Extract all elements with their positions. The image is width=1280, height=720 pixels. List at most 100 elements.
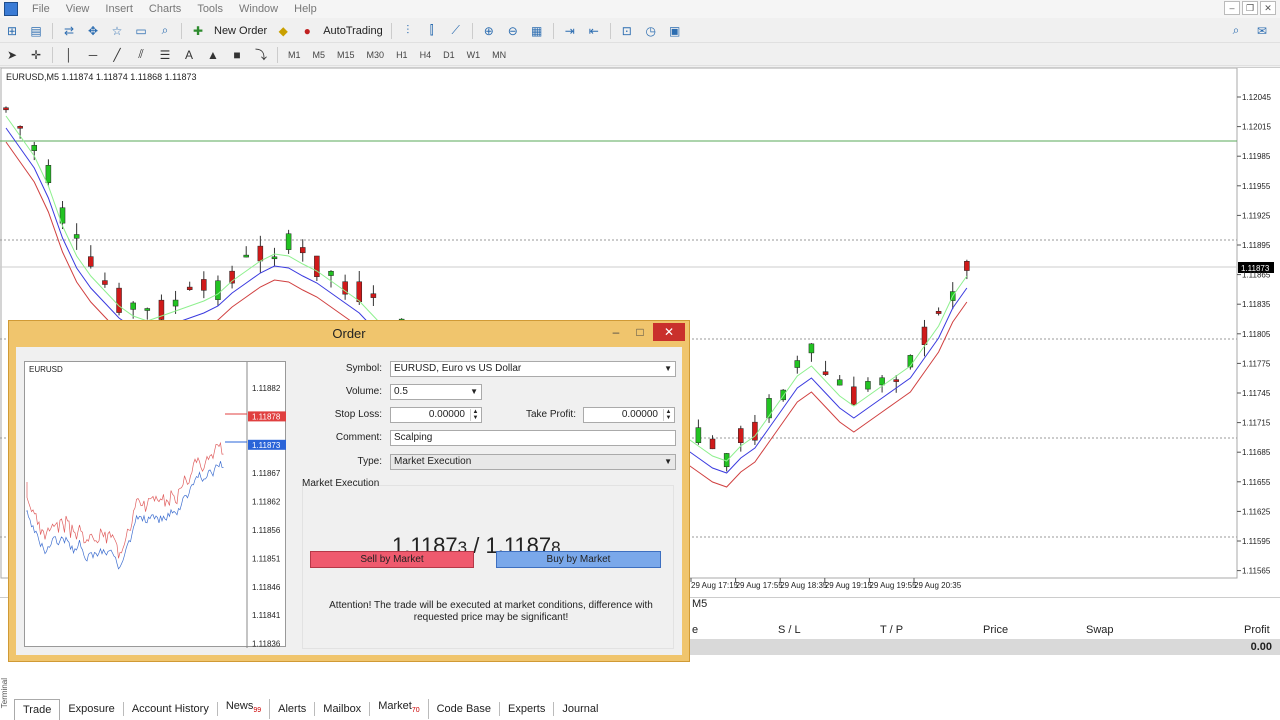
autoscroll-icon[interactable]: ⇥ bbox=[561, 22, 579, 40]
takeprofit-input[interactable]: 0.00000 ▲ ▼ bbox=[583, 407, 675, 423]
toolbar-divider bbox=[277, 46, 278, 63]
toolbar-divider bbox=[471, 22, 473, 39]
col-header-sl[interactable]: S / L bbox=[778, 624, 801, 636]
candle-body bbox=[31, 145, 38, 151]
new-order-icon[interactable]: ✚ bbox=[189, 22, 207, 40]
tab-account-history[interactable]: Account History bbox=[124, 702, 218, 716]
col-header-profit[interactable]: Profit bbox=[1244, 624, 1270, 636]
col-header-price[interactable]: Price bbox=[983, 624, 1008, 636]
timeframe-mn[interactable]: MN bbox=[486, 50, 512, 60]
chart-shift-icon[interactable]: ⇤ bbox=[585, 22, 603, 40]
tile-windows-icon[interactable]: ▦ bbox=[528, 22, 546, 40]
takeprofit-value: 0.00000 bbox=[621, 409, 658, 420]
chat-icon[interactable]: ✉ bbox=[1253, 22, 1271, 40]
menu-help[interactable]: Help bbox=[286, 3, 325, 15]
restore-icon[interactable]: ❐ bbox=[1242, 1, 1258, 15]
timeframe-h4[interactable]: H4 bbox=[414, 50, 438, 60]
buy-by-market-button[interactable]: Buy by Market bbox=[496, 551, 661, 568]
symbol-select[interactable]: EURUSD, Euro vs US Dollar ▼ bbox=[390, 361, 676, 377]
col-header-swap[interactable]: Swap bbox=[1086, 624, 1114, 636]
col-header-type[interactable]: e bbox=[692, 624, 698, 636]
bar-chart-icon[interactable]: ⫶ bbox=[399, 22, 417, 40]
spinner-icon[interactable]: ▲ ▼ bbox=[470, 409, 480, 421]
line-chart-icon[interactable]: ⟋ bbox=[447, 22, 465, 40]
tab-market[interactable]: Market70 bbox=[370, 699, 429, 719]
crosshair-icon[interactable]: ✛ bbox=[27, 46, 45, 64]
spinner-icon[interactable]: ▲ ▼ bbox=[663, 409, 673, 421]
tab-alerts[interactable]: Alerts bbox=[270, 702, 316, 716]
autotrading-button[interactable]: AutoTrading bbox=[319, 25, 387, 37]
price-tick-label: 1.11595 bbox=[1242, 537, 1271, 546]
timeframe-w1[interactable]: W1 bbox=[461, 50, 487, 60]
profiles-icon[interactable]: ▤ bbox=[27, 22, 45, 40]
terminal-icon[interactable]: ▭ bbox=[132, 22, 150, 40]
timeframe-h1[interactable]: H1 bbox=[390, 50, 414, 60]
zoom-out-icon[interactable]: ⊖ bbox=[504, 22, 522, 40]
menu-view[interactable]: View bbox=[58, 3, 98, 15]
menu-file[interactable]: File bbox=[24, 3, 58, 15]
tester-icon[interactable]: ⌕ bbox=[156, 22, 174, 40]
volume-select[interactable]: 0.5 ▼ bbox=[390, 384, 482, 400]
navigator-icon[interactable]: ☆ bbox=[108, 22, 126, 40]
chart-tab-fragment[interactable]: M5 bbox=[692, 598, 707, 610]
rectangle-icon[interactable]: ■ bbox=[228, 46, 246, 64]
zoom-in-icon[interactable]: ⊕ bbox=[480, 22, 498, 40]
vertical-line-icon[interactable]: │ bbox=[60, 46, 78, 64]
arrows-icon[interactable]: ⤵ bbox=[252, 46, 270, 64]
tab-mailbox[interactable]: Mailbox bbox=[315, 702, 371, 716]
menu-window[interactable]: Window bbox=[231, 3, 286, 15]
price-tick-label: 1.11865 bbox=[1242, 271, 1271, 280]
close-icon[interactable]: ✕ bbox=[1260, 1, 1276, 15]
stoploss-input[interactable]: 0.00000 ▲ ▼ bbox=[390, 407, 482, 423]
periods-icon[interactable]: ◷ bbox=[642, 22, 660, 40]
text-icon[interactable]: A bbox=[180, 46, 198, 64]
tab-news[interactable]: News99 bbox=[218, 699, 271, 719]
menu-charts[interactable]: Charts bbox=[141, 3, 189, 15]
menu-insert[interactable]: Insert bbox=[97, 3, 141, 15]
tab-experts[interactable]: Experts bbox=[500, 702, 555, 716]
timeframe-d1[interactable]: D1 bbox=[437, 50, 461, 60]
close-icon[interactable]: ✕ bbox=[653, 323, 685, 341]
candlestick-icon[interactable]: ⫿ bbox=[423, 22, 441, 40]
candle-body bbox=[808, 343, 815, 354]
timeframe-m1[interactable]: M1 bbox=[282, 50, 307, 60]
search-icon[interactable]: ⌕ bbox=[1227, 22, 1245, 40]
tab-trade[interactable]: Trade bbox=[14, 698, 61, 720]
templates-icon[interactable]: ▣ bbox=[666, 22, 684, 40]
maximize-icon[interactable]: □ bbox=[629, 323, 651, 341]
channel-icon[interactable]: ⫽ bbox=[132, 46, 150, 64]
timeframe-m30[interactable]: M30 bbox=[361, 50, 391, 60]
autotrading-icon[interactable]: ● bbox=[298, 22, 316, 40]
type-select[interactable]: Market Execution ▼ bbox=[390, 454, 676, 470]
timeframe-m15[interactable]: M15 bbox=[331, 50, 361, 60]
market-watch-icon[interactable]: ⇄ bbox=[60, 22, 78, 40]
new-chart-icon[interactable]: ⊞ bbox=[3, 22, 21, 40]
sell-by-market-button[interactable]: Sell by Market bbox=[310, 551, 474, 568]
tab-label: News bbox=[225, 700, 254, 713]
minimize-icon[interactable]: – bbox=[1224, 1, 1240, 15]
data-window-icon[interactable]: ✥ bbox=[84, 22, 102, 40]
tab-journal[interactable]: Journal bbox=[554, 702, 606, 716]
tab-exposure[interactable]: Exposure bbox=[60, 702, 124, 716]
toolbar-divider bbox=[390, 22, 392, 39]
label-icon[interactable]: ▲ bbox=[204, 46, 222, 64]
minimize-icon[interactable]: – bbox=[605, 323, 627, 341]
horizontal-line-icon[interactable]: ─ bbox=[84, 46, 102, 64]
indicators-icon[interactable]: ⊡ bbox=[618, 22, 636, 40]
candle-body bbox=[215, 280, 221, 300]
new-order-button[interactable]: New Order bbox=[210, 25, 271, 37]
dialog-title[interactable]: Order bbox=[9, 321, 689, 347]
time-tick-label: 29 Aug 17:15 bbox=[691, 581, 739, 590]
mini-price-label: 1.11856 bbox=[252, 526, 281, 535]
trendline-icon[interactable]: ╱ bbox=[108, 46, 126, 64]
col-header-tp[interactable]: T / P bbox=[880, 624, 903, 636]
fibonacci-icon[interactable]: ☰ bbox=[156, 46, 174, 64]
tab-code-base[interactable]: Code Base bbox=[429, 702, 501, 716]
timeframe-m5[interactable]: M5 bbox=[307, 50, 332, 60]
tab-label: Code Base bbox=[436, 703, 492, 715]
metaeditor-icon[interactable]: ◆ bbox=[274, 22, 292, 40]
cursor-icon[interactable]: ➤ bbox=[3, 46, 21, 64]
comment-input[interactable]: Scalping bbox=[390, 430, 676, 446]
total-profit: 0.00 bbox=[1250, 641, 1272, 653]
menu-tools[interactable]: Tools bbox=[189, 3, 231, 15]
